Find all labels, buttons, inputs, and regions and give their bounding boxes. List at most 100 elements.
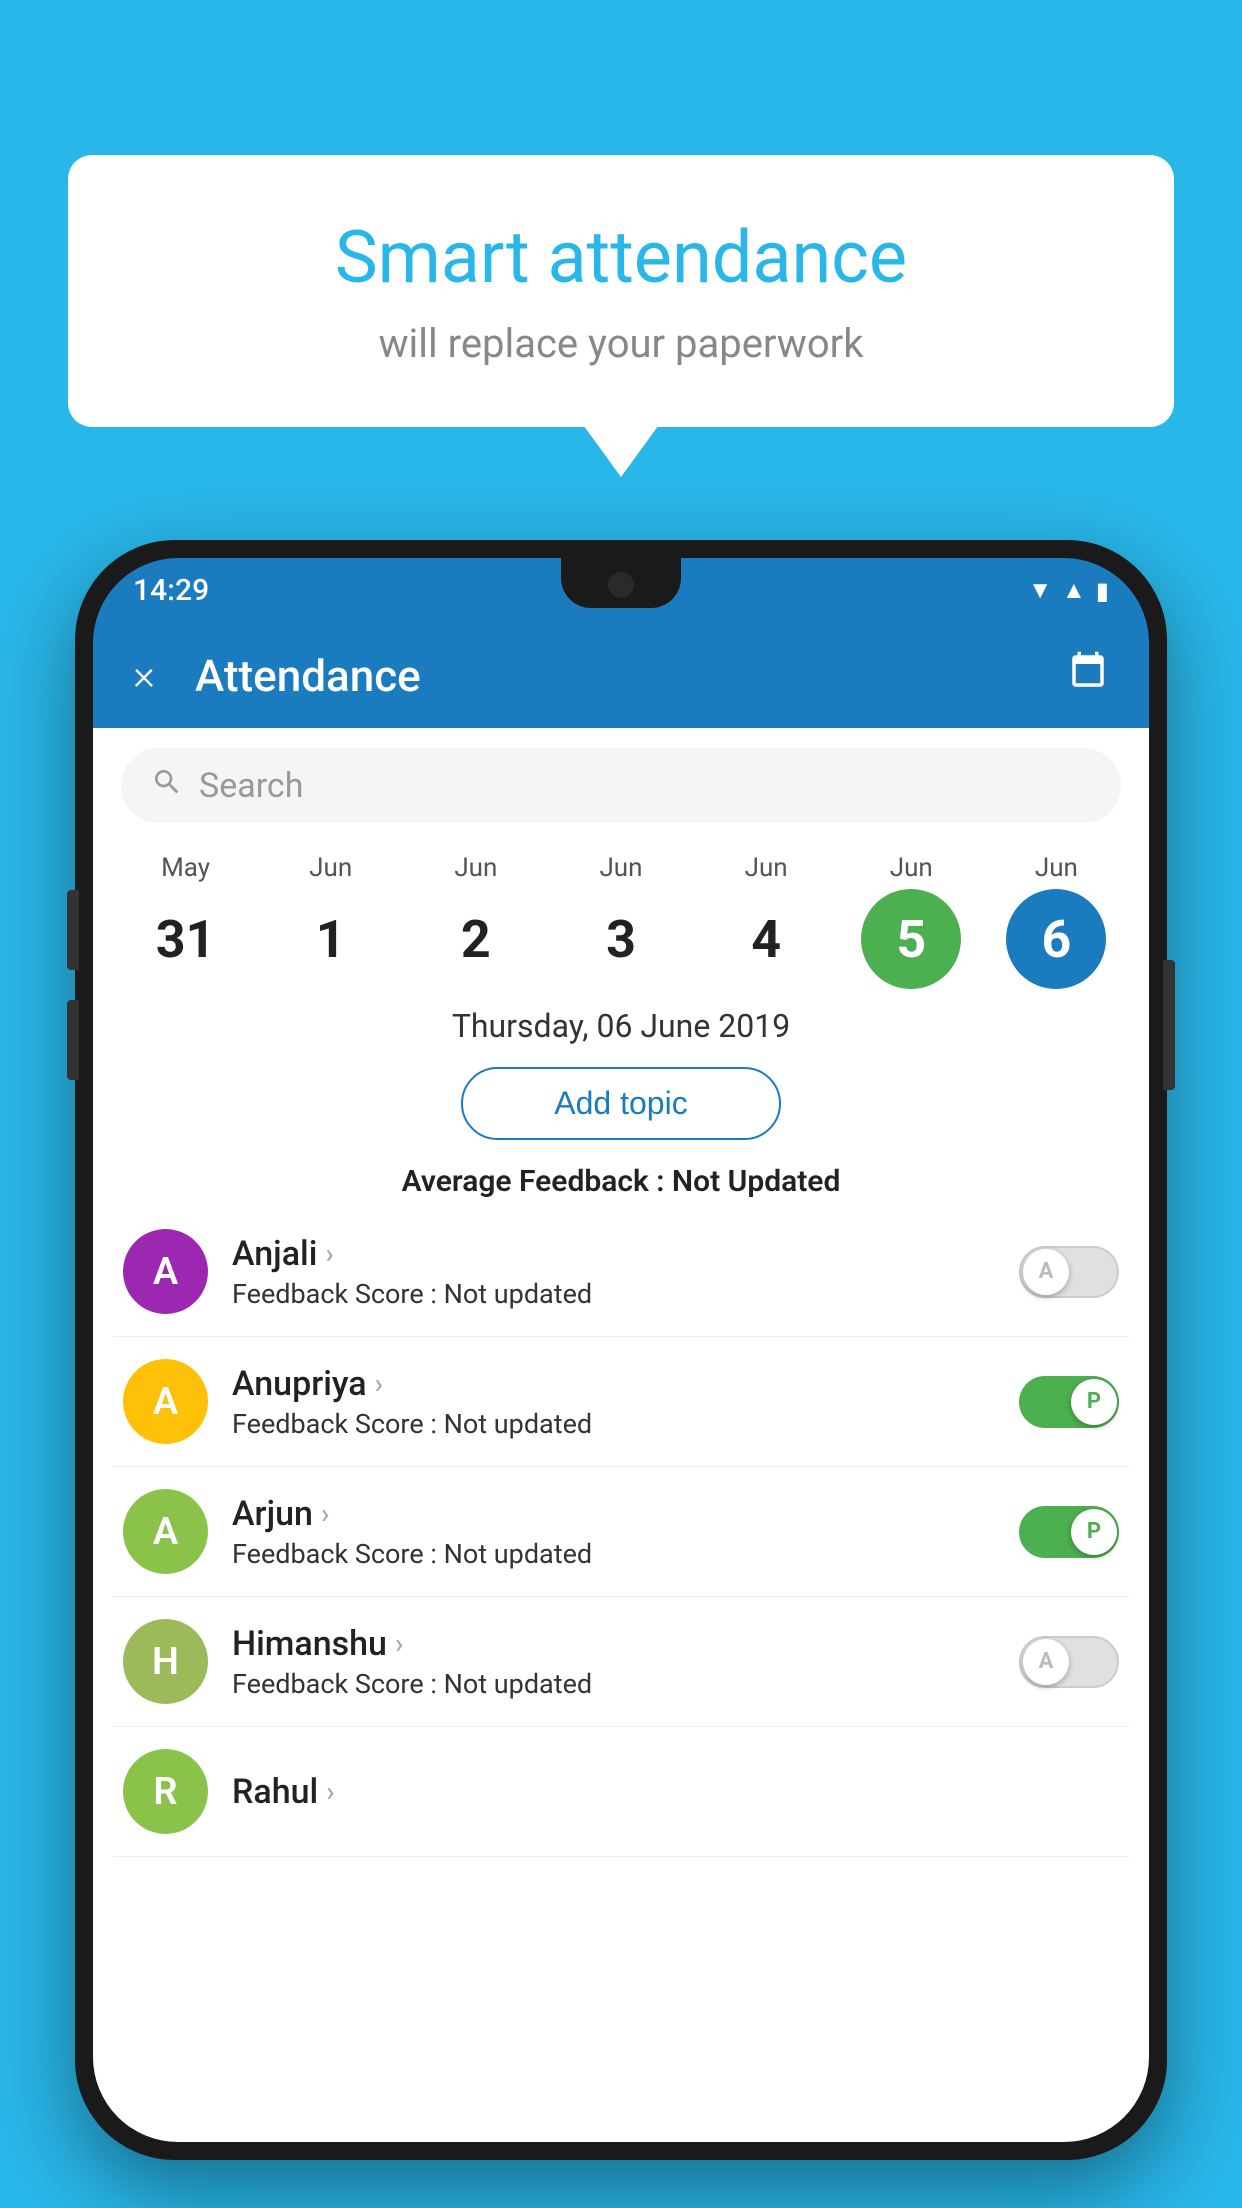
- calendar-day[interactable]: Jun4: [706, 853, 826, 989]
- student-item[interactable]: AAnjali›Feedback Score : Not updatedA: [113, 1207, 1129, 1337]
- calendar-day[interactable]: Jun 2: [416, 853, 536, 989]
- feedback-value: Not updated: [444, 1408, 593, 1440]
- avatar: H: [123, 1619, 208, 1704]
- chevron-right-icon: ›: [395, 1627, 403, 1660]
- avatar: A: [123, 1229, 208, 1314]
- speech-bubble: Smart attendance will replace your paper…: [68, 155, 1174, 427]
- calendar-day[interactable]: Jun 5: [851, 853, 971, 989]
- attendance-toggle[interactable]: P: [1019, 1376, 1119, 1428]
- phone-screen: 14:29 ▼ ▲ ▮ × Attendance: [93, 558, 1149, 2142]
- speech-bubble-title: Smart attendance: [118, 215, 1124, 300]
- avg-feedback: Average Feedback : Not Updated: [93, 1150, 1149, 1207]
- student-info: Himanshu› Feedback Score : Not updated: [232, 1624, 1019, 1700]
- toggle-thumb: P: [1071, 1379, 1117, 1425]
- student-info: Rahul›: [232, 1772, 1119, 1812]
- close-button[interactable]: ×: [133, 651, 155, 700]
- search-bar[interactable]: Search: [121, 748, 1121, 823]
- selected-date: Thursday, 06 June 2019: [93, 989, 1149, 1057]
- chevron-right-icon: ›: [321, 1497, 329, 1530]
- attendance-toggle[interactable]: P: [1019, 1506, 1119, 1558]
- toggle-thumb: A: [1023, 1639, 1069, 1685]
- attendance-toggle[interactable]: A: [1019, 1636, 1119, 1688]
- avatar: A: [123, 1489, 208, 1574]
- speech-bubble-container: Smart attendance will replace your paper…: [68, 155, 1174, 427]
- student-name-text: Anjali: [232, 1234, 317, 1274]
- cal-month-label: Jun: [309, 853, 352, 883]
- chevron-right-icon: ›: [375, 1367, 383, 1400]
- avatar: R: [123, 1749, 208, 1834]
- student-item[interactable]: A Anupriya› Feedback Score : Not updated P: [113, 1337, 1129, 1467]
- student-name: Anjali›: [232, 1234, 1019, 1274]
- student-name: Anupriya›: [232, 1364, 1019, 1404]
- student-name: Himanshu›: [232, 1624, 1019, 1664]
- volume-down-button[interactable]: [67, 1000, 79, 1080]
- toggle-thumb: A: [1023, 1249, 1069, 1295]
- power-button[interactable]: [1163, 960, 1175, 1090]
- wifi-icon: ▼: [1028, 576, 1052, 605]
- attendance-toggle[interactable]: A: [1019, 1246, 1119, 1298]
- cal-date-number: 2: [426, 889, 526, 989]
- calendar-row: May 31 Jun 1 Jun 2 Jun 3 Jun4 Jun 5 Jun 6: [93, 843, 1149, 989]
- cal-month-label: Jun: [454, 853, 497, 883]
- cal-date-number: 31: [136, 889, 236, 989]
- app-bar: × Attendance: [93, 623, 1149, 728]
- student-item[interactable]: HHimanshu›Feedback Score : Not updatedA: [113, 1597, 1129, 1727]
- student-name-text: Arjun: [232, 1494, 313, 1534]
- student-info: Arjun› Feedback Score : Not updated: [232, 1494, 1019, 1570]
- app-bar-title: Attendance: [195, 650, 1067, 702]
- feedback-value: Not updated: [444, 1278, 593, 1310]
- cal-date-number: 6: [1006, 889, 1106, 989]
- avatar: A: [123, 1359, 208, 1444]
- calendar-day[interactable]: May 31: [126, 853, 246, 989]
- camera: [608, 572, 634, 598]
- cal-month-label: Jun: [890, 853, 933, 883]
- screen-content: Search May 31 Jun 1 Jun 2 Jun 3 Jun4 Jun 5 Jun 6 Thu…: [93, 728, 1149, 2142]
- student-info: Anupriya› Feedback Score : Not updated: [232, 1364, 1019, 1440]
- search-icon: [151, 766, 183, 806]
- phone-container: 14:29 ▼ ▲ ▮ × Attendance: [75, 540, 1167, 2208]
- feedback-value: Not updated: [444, 1538, 593, 1570]
- phone-frame: 14:29 ▼ ▲ ▮ × Attendance: [75, 540, 1167, 2160]
- calendar-day[interactable]: Jun 6: [996, 853, 1116, 989]
- cal-month-label: Jun: [1035, 853, 1078, 883]
- cal-date-number: 3: [571, 889, 671, 989]
- student-name-text: Himanshu: [232, 1624, 387, 1664]
- calendar-day[interactable]: Jun 3: [561, 853, 681, 989]
- student-name: Rahul›: [232, 1772, 1119, 1812]
- student-item[interactable]: A Arjun› Feedback Score : Not updated P: [113, 1467, 1129, 1597]
- avg-feedback-value: Not Updated: [672, 1164, 840, 1199]
- feedback-label: Feedback Score :: [232, 1408, 444, 1440]
- status-icons: ▼ ▲ ▮: [1028, 576, 1109, 605]
- cal-date-number: 5: [861, 889, 961, 989]
- feedback-label: Feedback Score :: [232, 1668, 444, 1700]
- calendar-icon[interactable]: [1067, 650, 1109, 702]
- feedback-label: Feedback Score :: [232, 1278, 444, 1310]
- toggle-thumb: P: [1071, 1509, 1117, 1555]
- add-topic-button[interactable]: Add topic: [461, 1067, 781, 1140]
- cal-date-number: 1: [281, 889, 381, 989]
- partial-student-item[interactable]: R Rahul›: [113, 1727, 1129, 1857]
- avg-feedback-label: Average Feedback :: [402, 1164, 672, 1199]
- cal-date-number: 4: [716, 889, 816, 989]
- student-name-text: Rahul: [232, 1772, 318, 1812]
- student-feedback: Feedback Score : Not updated: [232, 1668, 1019, 1700]
- search-placeholder: Search: [199, 766, 303, 806]
- speech-bubble-subtitle: will replace your paperwork: [118, 320, 1124, 367]
- chevron-right-icon: ›: [326, 1775, 334, 1808]
- calendar-day[interactable]: Jun 1: [271, 853, 391, 989]
- student-name: Arjun›: [232, 1494, 1019, 1534]
- volume-up-button[interactable]: [67, 890, 79, 970]
- notch: [561, 558, 681, 608]
- student-info: Anjali› Feedback Score : Not updated: [232, 1234, 1019, 1310]
- student-feedback: Feedback Score : Not updated: [232, 1408, 1019, 1440]
- battery-icon: ▮: [1096, 577, 1109, 605]
- cal-month-label: May: [161, 853, 210, 883]
- student-list: AAnjali›Feedback Score : Not updatedAAAn…: [93, 1207, 1149, 1857]
- cal-month-label: Jun: [599, 853, 642, 883]
- chevron-right-icon: ›: [325, 1237, 333, 1270]
- student-feedback: Feedback Score : Not updated: [232, 1278, 1019, 1310]
- signal-icon: ▲: [1062, 576, 1086, 605]
- feedback-label: Feedback Score :: [232, 1538, 444, 1570]
- feedback-value: Not updated: [444, 1668, 593, 1700]
- student-feedback: Feedback Score : Not updated: [232, 1538, 1019, 1570]
